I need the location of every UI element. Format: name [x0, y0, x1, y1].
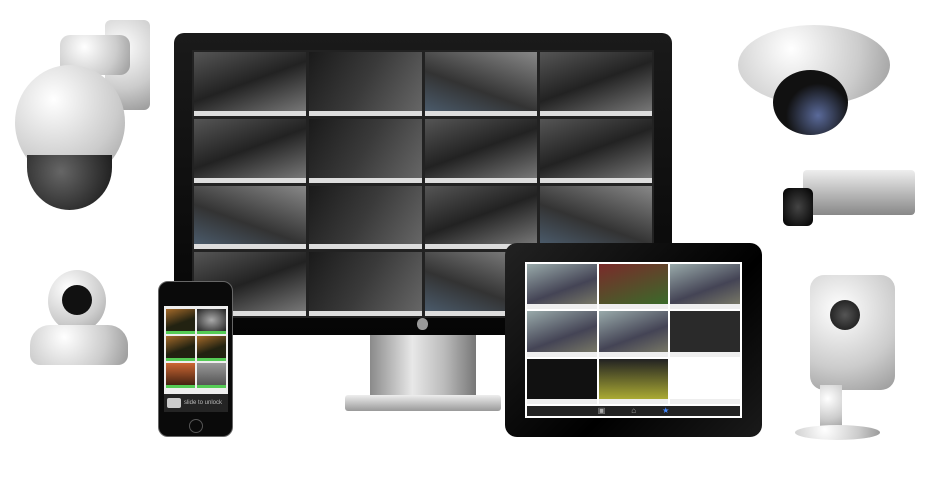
star-icon[interactable]: ★: [662, 406, 669, 415]
apple-logo-icon: [417, 318, 428, 330]
camera-feed[interactable]: [197, 336, 226, 361]
bullet-camera: [783, 170, 915, 230]
robot-ip-camera: [30, 270, 128, 365]
camera-feed[interactable]: [539, 185, 652, 250]
camera-feed[interactable]: [598, 264, 669, 310]
camera-feed[interactable]: [166, 336, 195, 361]
camera-feed[interactable]: [197, 363, 226, 388]
smartphone: slide to unlock: [158, 281, 233, 437]
tablet: ▣ ⌂ ★: [505, 243, 762, 437]
monitor-stand-neck: [370, 335, 476, 397]
tab-bar: ▣ ⌂ ★: [527, 405, 740, 416]
empty-slot: [670, 358, 740, 404]
camera-feed[interactable]: [670, 311, 740, 357]
camera-feed[interactable]: [197, 309, 226, 334]
camera-feed[interactable]: [527, 358, 597, 404]
camera-feed[interactable]: [527, 311, 597, 357]
home-icon[interactable]: ⌂: [631, 406, 636, 415]
camera-feed[interactable]: [309, 118, 422, 183]
unlock-slider-knob[interactable]: [167, 398, 181, 408]
camera-feed[interactable]: [598, 358, 669, 404]
camera-feed[interactable]: [527, 264, 597, 310]
camera-feed[interactable]: [309, 185, 422, 250]
camera-icon[interactable]: ▣: [598, 406, 606, 415]
home-button[interactable]: [189, 419, 203, 433]
camera-feed[interactable]: [166, 309, 195, 334]
camera-feed[interactable]: [194, 185, 307, 250]
camera-feed[interactable]: [424, 118, 537, 183]
camera-feed[interactable]: [424, 52, 537, 116]
unlock-text: slide to unlock: [183, 400, 222, 406]
camera-feed[interactable]: [309, 52, 422, 116]
ptz-dome-camera: [15, 20, 155, 210]
camera-feed[interactable]: [309, 252, 422, 316]
camera-feed[interactable]: [194, 52, 307, 116]
ceiling-dome-camera: [738, 25, 890, 135]
camera-feed[interactable]: [166, 363, 195, 388]
camera-feed[interactable]: [670, 264, 740, 310]
camera-feed[interactable]: [598, 311, 669, 357]
monitor-stand-base: [345, 395, 501, 411]
tablet-camera-grid: ▣ ⌂ ★: [525, 262, 742, 418]
cube-camera: [795, 275, 895, 440]
camera-feed[interactable]: [539, 52, 652, 116]
camera-feed[interactable]: [539, 118, 652, 183]
camera-feed[interactable]: [194, 118, 307, 183]
camera-feed[interactable]: [424, 185, 537, 250]
slide-to-unlock[interactable]: slide to unlock: [164, 394, 228, 412]
